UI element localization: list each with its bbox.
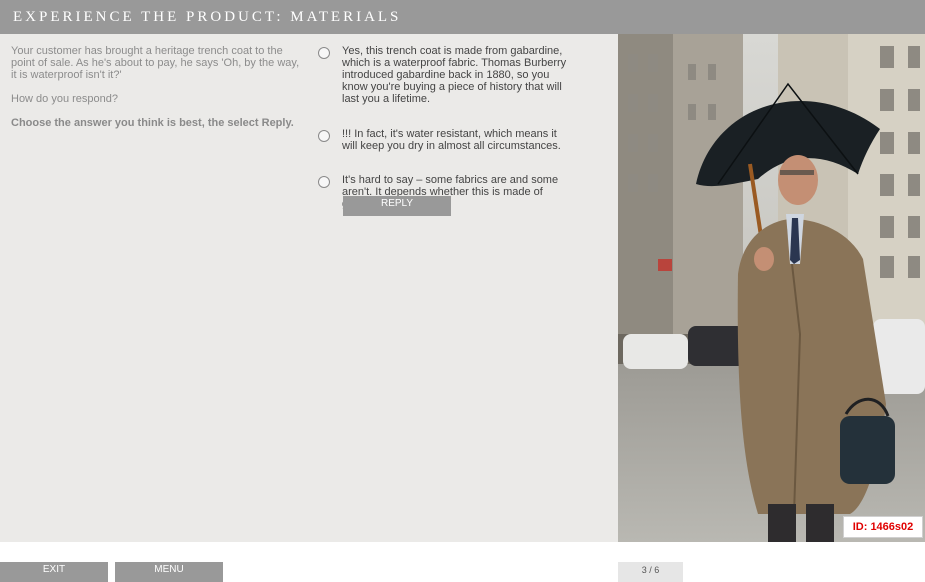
answer-option-text: !!! In fact, it's water resistant, which…	[342, 128, 561, 152]
radio-button[interactable]	[318, 47, 330, 59]
content-panel: Your customer has brought a heritage tre…	[0, 34, 618, 542]
reply-button[interactable]: REPLY	[343, 196, 451, 216]
page-indicator: 3 / 6	[618, 562, 683, 582]
scenario-text: Your customer has brought a heritage tre…	[11, 45, 300, 81]
question-text: How do you respond?	[11, 93, 119, 105]
man-with-umbrella-photo	[618, 34, 925, 542]
id-badge: ID: 1466s02	[843, 516, 923, 538]
answer-option-text: Yes, this trench coat is made from gabar…	[342, 45, 567, 105]
page-title: Experience the product: Materials	[13, 9, 402, 25]
answer-option-2[interactable]: !!! In fact, it's water resistant, which…	[318, 128, 568, 152]
exit-button[interactable]: EXIT	[0, 562, 108, 582]
answer-options: Yes, this trench coat is made from gabar…	[318, 45, 568, 210]
menu-button[interactable]: MENU	[115, 562, 223, 582]
radio-button[interactable]	[318, 176, 330, 188]
instruction-text: Choose the answer you think is best, the…	[11, 117, 294, 129]
header-bar: Experience the product: Materials	[0, 0, 925, 34]
answer-option-1[interactable]: Yes, this trench coat is made from gabar…	[318, 45, 568, 105]
radio-button[interactable]	[318, 130, 330, 142]
scenario-panel: Your customer has brought a heritage tre…	[11, 45, 303, 129]
